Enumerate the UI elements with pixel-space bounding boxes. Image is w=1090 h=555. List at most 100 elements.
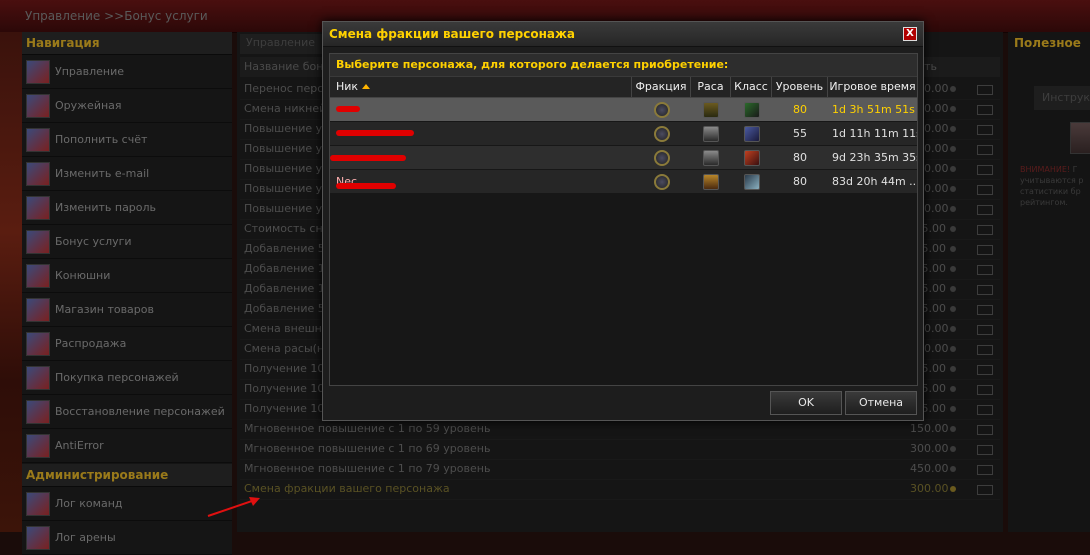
sort-asc-icon bbox=[362, 84, 371, 89]
sidebar-item-label: Восстановление персонажей bbox=[55, 405, 225, 418]
coin-icon bbox=[950, 246, 956, 252]
cart-icon[interactable] bbox=[977, 265, 993, 275]
cart-icon[interactable] bbox=[977, 285, 993, 295]
character-row[interactable]: 55 1d 11h 11m 11s bbox=[330, 122, 917, 145]
breadcrumb: Управление >>Бонус услуги bbox=[25, 9, 208, 23]
character-grid-header: Ник Фракция Раса Класс Уровень Игровое в… bbox=[330, 77, 917, 98]
sidebar-item-label: AntiError bbox=[55, 439, 104, 452]
col-race-header[interactable]: Раса bbox=[691, 77, 731, 97]
coin-icon bbox=[950, 226, 956, 232]
sidebar-item-label: Распродажа bbox=[55, 337, 127, 350]
redaction-mark bbox=[336, 106, 360, 112]
character-nick: Nec bbox=[330, 170, 632, 193]
service-price: 150.00 bbox=[910, 422, 949, 435]
cart-icon[interactable] bbox=[977, 405, 993, 415]
close-icon[interactable]: X bbox=[903, 27, 917, 41]
admin-item[interactable]: Лог арены bbox=[22, 521, 232, 555]
character-row[interactable]: 80 9d 23h 35m 35s bbox=[330, 146, 917, 169]
col-nick-header[interactable]: Ник bbox=[330, 77, 632, 97]
race-cell bbox=[691, 146, 731, 169]
cart-icon[interactable] bbox=[977, 245, 993, 255]
sidebar-item[interactable]: Изменить e-mail bbox=[22, 157, 232, 191]
cart-icon[interactable] bbox=[977, 385, 993, 395]
cart-icon[interactable] bbox=[977, 165, 993, 175]
service-name: Повышение ур bbox=[244, 182, 330, 195]
cart-icon[interactable] bbox=[977, 425, 993, 435]
faction-cell bbox=[632, 122, 691, 145]
sidebar-item[interactable]: Изменить пароль bbox=[22, 191, 232, 225]
main-tab[interactable]: Управление bbox=[240, 34, 326, 54]
coin-icon bbox=[950, 446, 956, 452]
redaction-mark bbox=[330, 155, 406, 161]
service-price: 300.00 bbox=[910, 442, 949, 455]
character-icon bbox=[26, 365, 50, 390]
cart-icon[interactable] bbox=[977, 345, 993, 355]
sidebar-item[interactable]: Бонус услуги bbox=[22, 225, 232, 259]
cart-icon[interactable] bbox=[977, 105, 993, 115]
col-faction-header[interactable]: Фракция bbox=[632, 77, 691, 97]
service-name: Получение 100 bbox=[244, 362, 332, 375]
col-playtime-header[interactable]: Игровое время bbox=[828, 77, 917, 97]
coin-icon bbox=[950, 426, 956, 432]
tauren-icon bbox=[703, 173, 719, 190]
admin-item[interactable]: Лог команд bbox=[22, 487, 232, 521]
gear-icon bbox=[26, 59, 50, 84]
cart-icon[interactable] bbox=[977, 225, 993, 235]
cart-icon[interactable] bbox=[977, 125, 993, 135]
cart-icon[interactable] bbox=[977, 205, 993, 215]
col-class-header[interactable]: Класс bbox=[731, 77, 772, 97]
admin-section-title: Администрирование bbox=[22, 464, 232, 487]
service-row[interactable]: Мгновенное повышение с 1 по 69 уровень 30… bbox=[240, 439, 1000, 460]
cart-icon[interactable] bbox=[977, 145, 993, 155]
coin-icon bbox=[950, 386, 956, 392]
sidebar-item[interactable]: Управление bbox=[22, 55, 232, 89]
service-name: Добавление 10 bbox=[244, 282, 332, 295]
col-level-header[interactable]: Уровень bbox=[772, 77, 828, 97]
service-row[interactable]: Смена фракции вашего персонажа 300.00 bbox=[240, 479, 1000, 500]
useful-title: Полезное bbox=[1014, 36, 1081, 50]
instruction-button[interactable]: Инструкц bbox=[1034, 86, 1090, 110]
background-art bbox=[0, 32, 22, 532]
class-cell bbox=[731, 146, 772, 169]
character-nick bbox=[330, 146, 632, 169]
sidebar-item-label: Покупка персонажей bbox=[55, 371, 179, 384]
cart-icon[interactable] bbox=[977, 365, 993, 375]
cart-icon[interactable] bbox=[977, 185, 993, 195]
service-row[interactable]: Мгновенное повышение с 1 по 79 уровень 45… bbox=[240, 459, 1000, 480]
cart-icon[interactable] bbox=[977, 325, 993, 335]
coin-icon bbox=[950, 86, 956, 92]
sidebar-item[interactable]: Распродажа bbox=[22, 327, 232, 361]
cart-icon[interactable] bbox=[977, 485, 993, 495]
coin-icon bbox=[950, 206, 956, 212]
ok-button[interactable]: OK bbox=[770, 391, 842, 415]
cart-icon[interactable] bbox=[977, 305, 993, 315]
service-name: Добавление 50 bbox=[244, 242, 332, 255]
coin-icon bbox=[950, 486, 956, 492]
admin-item-label: Лог арены bbox=[55, 531, 116, 544]
service-row[interactable]: Мгновенное повышение с 1 по 59 уровень 15… bbox=[240, 419, 1000, 440]
sidebar-item[interactable]: Восстановление персонажей bbox=[22, 395, 232, 429]
cancel-button[interactable]: Отмена bbox=[845, 391, 917, 415]
sidebar-item[interactable]: Пополнить счёт bbox=[22, 123, 232, 157]
sidebar-item[interactable]: Магазин товаров bbox=[22, 293, 232, 327]
service-name: Смена никнейм bbox=[244, 102, 335, 115]
sidebar-item-label: Изменить пароль bbox=[55, 201, 157, 214]
sidebar-item[interactable]: Покупка персонажей bbox=[22, 361, 232, 395]
admin-item-label: Лог команд bbox=[55, 497, 123, 510]
cart-icon[interactable] bbox=[977, 465, 993, 475]
sidebar-item[interactable]: AntiError bbox=[22, 429, 232, 463]
character-level: 80 bbox=[793, 103, 807, 116]
hunter-icon bbox=[743, 101, 760, 118]
service-name: Добавление 10 bbox=[244, 262, 332, 275]
faction-emblem-icon bbox=[653, 101, 670, 118]
sidebar-item[interactable]: Оружейная bbox=[22, 89, 232, 123]
character-row[interactable]: 80 1d 3h 51m 51s bbox=[330, 98, 917, 121]
cart-icon[interactable] bbox=[977, 445, 993, 455]
redaction-mark bbox=[336, 183, 396, 189]
star-icon bbox=[26, 229, 50, 254]
sidebar-item[interactable]: Конюшни bbox=[22, 259, 232, 293]
character-row[interactable]: Nec 80 83d 20h 44m ... bbox=[330, 170, 917, 193]
class-cell bbox=[731, 98, 772, 121]
cart-icon[interactable] bbox=[977, 85, 993, 95]
col-name-header: Название бону bbox=[244, 60, 330, 73]
